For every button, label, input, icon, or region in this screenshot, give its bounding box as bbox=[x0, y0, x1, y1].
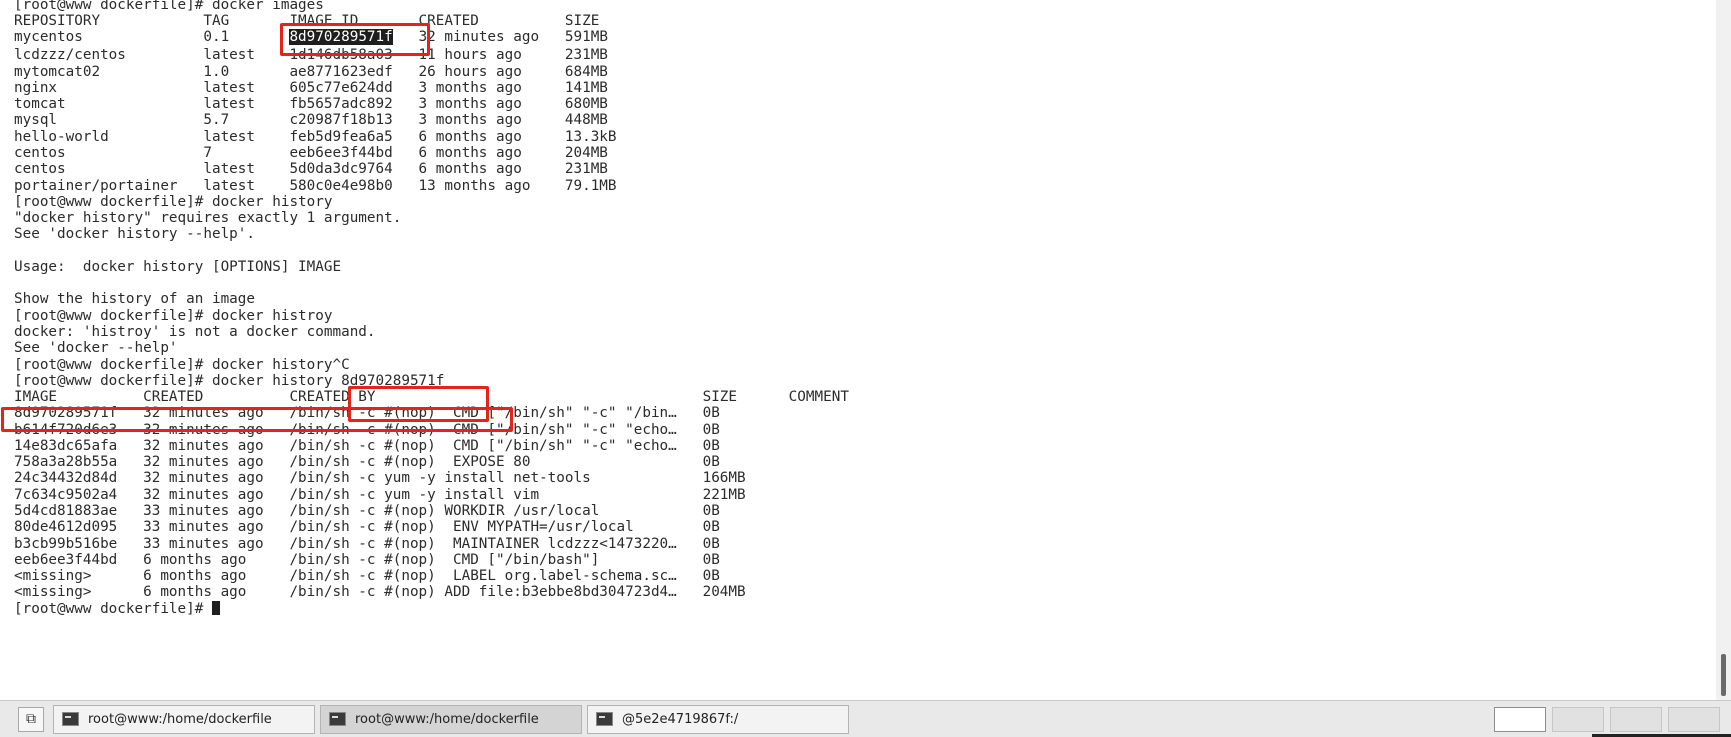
terminal-line: 80de4612d095 33 minutes ago /bin/sh -c #… bbox=[14, 519, 720, 535]
terminal-line: See 'docker --help' bbox=[14, 340, 178, 356]
annotation-box-history-command bbox=[1, 407, 513, 432]
shell-prompt: [root@www dockerfile]# bbox=[14, 601, 212, 617]
taskbar-task-terminal-1[interactable]: root@www:/home/dockerfile bbox=[53, 705, 315, 734]
terminal-prompt-line[interactable]: [root@www dockerfile]# bbox=[14, 600, 220, 618]
terminal-line: <missing> 6 months ago /bin/sh -c #(nop)… bbox=[14, 584, 746, 600]
text-before-selection: mycentos 0.1 bbox=[14, 29, 290, 45]
scrollbar-thumb[interactable] bbox=[1721, 654, 1726, 696]
workspace-switcher-2[interactable] bbox=[1552, 707, 1604, 732]
show-desktop-icon[interactable]: ⧉ bbox=[18, 707, 44, 732]
taskbar: ⧉ root@www:/home/dockerfile root@www:/ho… bbox=[0, 700, 1731, 737]
terminal-line: See 'docker history --help'. bbox=[14, 226, 256, 242]
annotation-box-image-id bbox=[280, 23, 430, 56]
terminal-window[interactable]: [root@www dockerfile]# docker images REP… bbox=[0, 0, 1716, 700]
terminal-icon bbox=[596, 712, 613, 726]
taskbar-task-terminal-3[interactable]: @5e2e4719867f:/ bbox=[587, 705, 849, 734]
terminal-line: Usage: docker history [OPTIONS] IMAGE bbox=[14, 259, 342, 275]
task-label: root@www:/home/dockerfile bbox=[355, 712, 539, 727]
taskbar-task-terminal-2[interactable]: root@www:/home/dockerfile bbox=[320, 705, 582, 734]
workspace-switcher-3[interactable] bbox=[1610, 707, 1662, 732]
workspace-switcher-1[interactable] bbox=[1494, 707, 1546, 732]
workspace-switcher-4[interactable] bbox=[1668, 707, 1720, 732]
task-label: @5e2e4719867f:/ bbox=[622, 712, 739, 727]
terminal-line: 24c34432d84d 32 minutes ago /bin/sh -c y… bbox=[14, 470, 746, 486]
terminal-icon bbox=[62, 712, 79, 726]
terminal-scrollbar[interactable] bbox=[1716, 0, 1731, 700]
terminal-icon bbox=[329, 712, 346, 726]
terminal-line: mysql 5.7 c20987f18b13 3 months ago 448M… bbox=[14, 112, 608, 128]
task-label: root@www:/home/dockerfile bbox=[88, 712, 272, 727]
terminal-line: centos latest 5d0da3dc9764 6 months ago … bbox=[14, 161, 608, 177]
terminal-line: Show the history of an image bbox=[14, 291, 256, 307]
text-cursor bbox=[211, 601, 220, 615]
